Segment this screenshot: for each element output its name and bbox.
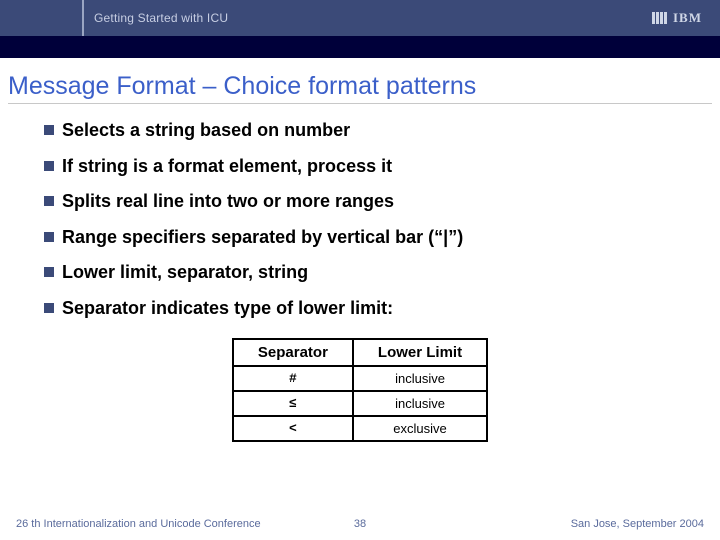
table-row: < exclusive <box>233 416 487 441</box>
cell-separator: < <box>233 416 353 441</box>
logo-text: IBM <box>673 10 702 26</box>
col-lower-limit: Lower Limit <box>353 339 487 366</box>
page-title: Message Format – Choice format patterns <box>8 72 712 104</box>
cell-limit: inclusive <box>353 366 487 391</box>
topbar-accent <box>0 0 84 36</box>
logo-bars-icon <box>652 12 667 24</box>
bullet-list: Selects a string based on number If stri… <box>0 108 720 334</box>
bullet-text: If string is a format element, process i… <box>62 156 392 178</box>
topbar: Getting Started with ICU IBM <box>0 0 720 36</box>
table-row: # inclusive <box>233 366 487 391</box>
separator-table: Separator Lower Limit # inclusive ≤ incl… <box>232 338 488 442</box>
col-separator: Separator <box>233 339 353 366</box>
cell-separator: ≤ <box>233 391 353 416</box>
bullet-icon <box>44 303 54 313</box>
list-item: If string is a format element, process i… <box>44 156 700 178</box>
bullet-icon <box>44 196 54 206</box>
page-number: 38 <box>346 518 374 530</box>
bullet-icon <box>44 267 54 277</box>
cell-separator: # <box>233 366 353 391</box>
ibm-logo: IBM <box>652 10 702 26</box>
cell-limit: inclusive <box>353 391 487 416</box>
table-header-row: Separator Lower Limit <box>233 339 487 366</box>
bullet-text: Selects a string based on number <box>62 120 350 142</box>
footer-right: San Jose, September 2004 <box>374 518 704 530</box>
list-item: Splits real line into two or more ranges <box>44 191 700 213</box>
breadcrumb: Getting Started with ICU <box>84 11 652 25</box>
bullet-icon <box>44 161 54 171</box>
bullet-text: Separator indicates type of lower limit: <box>62 298 393 320</box>
slide: Getting Started with ICU IBM Message For… <box>0 0 720 540</box>
list-item: Selects a string based on number <box>44 120 700 142</box>
table-row: ≤ inclusive <box>233 391 487 416</box>
bullet-text: Lower limit, separator, string <box>62 262 308 284</box>
list-item: Range specifiers separated by vertical b… <box>44 227 700 249</box>
list-item: Lower limit, separator, string <box>44 262 700 284</box>
list-item: Separator indicates type of lower limit: <box>44 298 700 320</box>
footer-left: 26 th Internationalization and Unicode C… <box>16 518 346 530</box>
bullet-icon <box>44 232 54 242</box>
bullet-icon <box>44 125 54 135</box>
footer: 26 th Internationalization and Unicode C… <box>0 518 720 530</box>
bullet-text: Range specifiers separated by vertical b… <box>62 227 463 249</box>
bullet-text: Splits real line into two or more ranges <box>62 191 394 213</box>
table-container: Separator Lower Limit # inclusive ≤ incl… <box>0 338 720 442</box>
topbar-strip <box>0 36 720 58</box>
title-area: Message Format – Choice format patterns <box>0 58 720 108</box>
cell-limit: exclusive <box>353 416 487 441</box>
